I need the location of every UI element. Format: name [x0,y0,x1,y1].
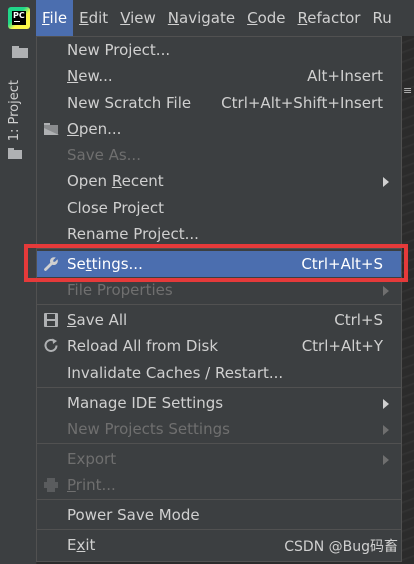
menu-item-open-recent[interactable]: Open Recent [37,168,401,194]
menu-code[interactable]: Code [241,0,291,36]
menu-view[interactable]: View [114,0,162,36]
menu-item-new-projects-settings: New Projects Settings [37,416,401,442]
menu-separator [37,387,401,388]
menu-file[interactable]: File [36,0,74,36]
menu-item-label: Reload All from Disk [67,337,219,355]
project-tool-window-tab[interactable]: 1: Project [7,80,27,141]
logo-text: PC [13,11,25,20]
menu-bar: PC File Edit View Navigate Code Refactor… [0,0,414,36]
menu-item-shortcut: Ctrl+Alt+Shift+Insert [221,94,383,112]
menu-separator [37,304,401,305]
menu-item-new-project[interactable]: New Project... [37,37,401,63]
menu-item-label: New Scratch File [67,94,192,112]
menu-item-open[interactable]: Open... [37,116,401,142]
menu-separator [37,529,401,530]
menu-item-invalidate-caches[interactable]: Invalidate Caches / Restart... [37,360,401,386]
menu-navigate[interactable]: Navigate [162,0,241,36]
menu-item-reload-all[interactable]: Reload All from Disk Ctrl+Alt+Y [37,333,401,359]
menu-item-shortcut: Ctrl+Alt+Y [301,337,383,355]
menu-item-new-scratch-file[interactable]: New Scratch File Ctrl+Alt+Shift+Insert [37,90,401,116]
file-menu-dropdown: New Project... New... Alt+Insert New Scr… [36,36,402,562]
submenu-arrow-icon [383,455,389,465]
menu-item-label: Export [67,450,117,468]
menu-item-label: New Projects Settings [67,420,230,438]
annotation-highlight-box [24,244,408,282]
reload-icon [43,338,59,354]
menu-item-export: Export [37,446,401,472]
menu-item-power-save-mode[interactable]: Power Save Mode [37,502,401,528]
submenu-arrow-icon [383,399,389,409]
menu-item-label: Power Save Mode [67,506,200,524]
submenu-arrow-icon [383,286,389,296]
menu-item-shortcut: Ctrl+S [334,311,383,329]
menu-item-new[interactable]: New... Alt+Insert [37,63,401,89]
equals-icon: ≡ [403,84,413,97]
menu-item-label: New Project... [67,41,171,59]
menu-item-print: Print... [37,472,401,498]
editor-background [400,36,414,564]
menu-item-close-project[interactable]: Close Project [37,195,401,221]
print-icon [43,477,59,493]
menu-run-truncated[interactable]: Ru [366,0,397,36]
menu-separator [37,499,401,500]
folder-icon[interactable] [12,46,28,58]
menu-item-label: Invalidate Caches / Restart... [67,364,284,382]
submenu-arrow-icon [383,177,389,187]
save-icon [43,312,59,328]
pycharm-logo-icon: PC [8,7,30,29]
folder-open-icon [43,121,59,137]
menu-item-label: Close Project [67,199,164,217]
menu-item-label: Manage IDE Settings [67,394,224,412]
menu-refactor[interactable]: Refactor [292,0,367,36]
menu-item-shortcut: Alt+Insert [307,67,383,85]
menu-separator [37,443,401,444]
menu-item-save-as: Save As... [37,142,401,168]
menu-item-manage-ide-settings[interactable]: Manage IDE Settings [37,390,401,416]
menu-edit[interactable]: Edit [73,0,114,36]
menu-item-save-all[interactable]: Save All Ctrl+S [37,307,401,333]
watermark: CSDN @Bug码畜 [284,539,398,555]
folder-icon[interactable] [8,148,22,159]
menu-item-label: Save As... [67,146,141,164]
submenu-arrow-icon [383,425,389,435]
